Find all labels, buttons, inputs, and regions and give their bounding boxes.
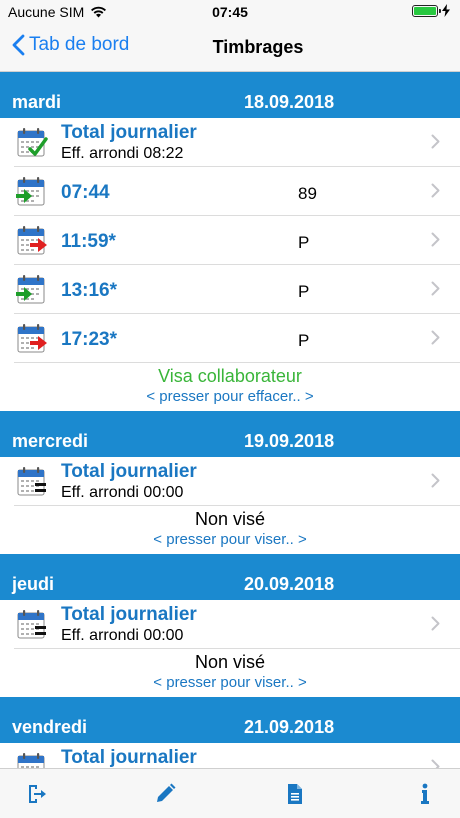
day-name: jeudi [12,574,55,594]
clock-out-icon [16,225,48,257]
chevron-right-icon [431,183,440,203]
calendar-check-icon [16,127,48,159]
stamp-row[interactable]: 07:44 89 [14,167,460,216]
daily-total-row[interactable]: Total journalier Eff. arrondi 00:00 [14,600,460,649]
visa-button[interactable]: Non visé < presser pour viser.. > [0,649,460,697]
daily-total-title: Total journalier [61,747,197,768]
visa-action: < presser pour viser.. > [153,674,307,691]
chevron-right-icon [431,330,440,350]
day-date: 21.09.2018 [244,717,335,737]
daily-total-title: Total journalier [61,604,197,625]
stamp-row[interactable]: 11:59* P [14,216,460,265]
stamp-row[interactable]: 17:23* P [14,314,460,363]
daily-total-row[interactable]: Total journalier Eff. arrondi 08:22 [14,118,460,167]
chevron-right-icon [431,232,440,252]
document-icon[interactable] [282,781,308,807]
stamp-row[interactable]: 13:16* P [14,265,460,314]
daily-total-title: Total journalier [61,461,197,482]
calendar-equal-icon [16,609,48,641]
day-header: jeudi 20.09.2018 [0,554,460,600]
day-date: 20.09.2018 [244,574,335,594]
chevron-right-icon [431,281,440,301]
day-name: mardi [12,92,62,112]
day-header: vendredi 21.09.2018 [0,697,460,743]
daily-total-title: Total journalier [61,122,197,143]
page-title: Timbrages [212,37,304,57]
daily-total-rounded: Eff. arrondi 08:22 [61,145,184,162]
status-bar: Aucune SIM 07:45 [0,0,460,24]
battery-group [412,4,450,17]
stamp-time: 13:16* [61,280,117,301]
day-section: jeudi 20.09.2018 Total journalier Eff. arro… [0,554,460,697]
chevron-right-icon [431,759,440,768]
chevron-right-icon [431,134,440,154]
visa-action: < presser pour effacer.. > [146,388,314,405]
logout-icon[interactable] [24,781,50,807]
visa-button[interactable]: Non visé < presser pour viser.. > [0,506,460,554]
daily-total-rounded: Eff. arrondi 00:00 [61,484,184,501]
stamp-code: 89 [298,184,317,203]
stamp-time: 11:59* [61,231,116,252]
day-name: mercredi [12,431,89,451]
edit-icon[interactable] [152,781,178,807]
visa-status: Visa collaborateur [158,366,302,386]
day-date: 19.09.2018 [244,431,335,451]
status-time: 07:45 [212,4,248,20]
daily-total-rounded: Eff. arrondi 00:00 [61,627,184,644]
stamp-code: P [298,233,310,252]
calendar-equal-icon [16,752,48,768]
daily-total-row[interactable]: Total journalier Eff. arrondi 00:00 [14,457,460,506]
day-section: mercredi 19.09.2018 Total journalier Eff. a… [0,411,460,554]
day-section: vendredi 21.09.2018 Total journalier [0,697,460,768]
battery-icon [412,4,441,17]
daily-total-row[interactable]: Total journalier [14,743,460,768]
stamp-code: P [298,331,310,350]
day-date: 18.09.2018 [244,92,335,112]
calendar-equal-icon [16,466,48,498]
days-container: mardi 18.09.2018 Total journalier Eff. arro… [0,72,460,768]
stamp-time: 07:44 [61,182,110,203]
day-name: vendredi [12,717,88,737]
day-header: mercredi 19.09.2018 [0,411,460,457]
charging-icon [442,4,450,17]
stamp-code: P [298,282,310,301]
visa-action: < presser pour viser.. > [153,531,307,548]
navigation-bar: Tab de bord Timbrages [0,24,460,72]
timbrages-list[interactable]: mardi 18.09.2018 Total journalier Eff. arro… [0,72,460,768]
visa-button[interactable]: Visa collaborateur < presser pour effacer… [0,363,460,411]
clock-in-icon [16,176,48,208]
stamp-time: 17:23* [61,329,117,350]
clock-in-icon [16,274,48,306]
tab-bar [0,768,460,818]
day-header: mardi 18.09.2018 [0,72,460,118]
visa-status: Non visé [194,652,266,672]
visa-status: Non visé [194,509,266,529]
chevron-right-icon [431,616,440,636]
info-icon[interactable] [412,781,438,807]
chevron-right-icon [431,473,440,493]
clock-out-icon [16,323,48,355]
day-section: mardi 18.09.2018 Total journalier Eff. arro… [0,72,460,411]
